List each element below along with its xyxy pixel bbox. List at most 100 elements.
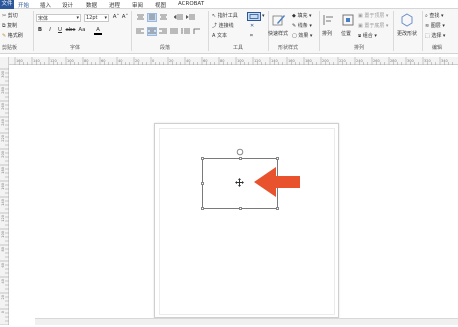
- tab-insert[interactable]: 插入: [40, 1, 51, 9]
- horizontal-scrollbar[interactable]: [35, 318, 458, 325]
- copy-button[interactable]: ⧉ 复制: [2, 22, 17, 29]
- ruler-label: 280: [1, 87, 5, 94]
- fill-button[interactable]: ◆ 填充 ▾: [292, 12, 312, 19]
- ruler-label: 40: [186, 59, 190, 63]
- layer-button[interactable]: ≋ 图层 ▾: [425, 22, 445, 29]
- bullets-icon[interactable]: [181, 28, 190, 35]
- italic-button[interactable]: I: [46, 27, 54, 35]
- ruler-label: 240: [356, 59, 363, 63]
- format-painter-button[interactable]: ✎ 格式刷: [2, 32, 23, 39]
- resize-handle[interactable]: [201, 182, 204, 185]
- ruler-label: 0: [1, 311, 5, 313]
- quick-styles-button[interactable]: 快速样式: [268, 30, 288, 37]
- chevron-down-icon: ▾: [104, 15, 107, 21]
- crop-icon[interactable]: ⌗: [250, 33, 253, 39]
- vertical-ruler: 300 280 260 240 220 200 180 160 140 120 100 80 60 40 2…: [0, 57, 9, 326]
- underline-button[interactable]: U: [56, 27, 64, 35]
- quick-styles-icon[interactable]: [272, 13, 286, 27]
- text-tool-button[interactable]: A 文本: [212, 32, 227, 39]
- ruler-label: 300: [407, 59, 414, 63]
- indent-decrease-icon[interactable]: [173, 14, 183, 21]
- ruler-label: 120: [254, 59, 261, 63]
- align-left-icon[interactable]: [136, 28, 145, 35]
- chevron-down-icon[interactable]: ▾: [262, 13, 265, 19]
- ruler-label: 180: [305, 59, 312, 63]
- position-button[interactable]: 位置: [341, 30, 351, 37]
- tab-review[interactable]: 审阅: [132, 1, 143, 9]
- copy-icon: ⧉: [2, 23, 6, 29]
- connector-tool-button[interactable]: ⤴ 连接线: [212, 22, 234, 29]
- ruler-label: 80: [1, 247, 5, 251]
- tab-data[interactable]: 数据: [86, 1, 97, 9]
- line-button[interactable]: ✎ 线条 ▾: [292, 22, 312, 29]
- group-divider: [319, 11, 320, 51]
- find-button[interactable]: ⌕ 查找 ▾: [425, 12, 444, 19]
- tab-process[interactable]: 进程: [109, 1, 120, 9]
- shrink-font-button[interactable]: A˅: [121, 14, 129, 22]
- group-button[interactable]: ⧈ 组合 ▾: [358, 32, 377, 39]
- align-center-icon[interactable]: [147, 27, 157, 36]
- brush-icon: ✎: [2, 33, 7, 39]
- align-button[interactable]: 排列: [322, 30, 332, 37]
- ruler-label: 260: [1, 103, 5, 110]
- grow-font-button[interactable]: A˄: [112, 14, 120, 22]
- bring-front-button[interactable]: ▣ 置于顶层 ▾: [358, 12, 388, 19]
- ruler-label: 200: [1, 151, 5, 158]
- group-icon: ⧈: [358, 33, 362, 39]
- font-color-button[interactable]: A: [94, 27, 102, 35]
- change-shape-icon[interactable]: [400, 13, 414, 27]
- ruler-label: 220: [339, 59, 346, 63]
- rotate-handle-icon[interactable]: [236, 148, 244, 156]
- align-bottom-icon[interactable]: [159, 14, 168, 21]
- group-label-paragraph: 段落: [160, 45, 171, 51]
- ruler-label: 120: [1, 215, 5, 222]
- effect-button[interactable]: ▢ 效果 ▾: [292, 32, 312, 39]
- group-label-editing: 编辑: [432, 45, 443, 51]
- ruler-label: 100: [237, 59, 244, 63]
- ruler-label: 160: [16, 59, 23, 63]
- align-middle-icon[interactable]: [147, 13, 157, 22]
- select-button[interactable]: ⬚ 选择 ▾: [425, 32, 445, 39]
- ruler-label: 240: [1, 119, 5, 126]
- change-case-button[interactable]: Aa: [78, 27, 86, 35]
- ruler-label: 340: [441, 59, 448, 63]
- tab-design[interactable]: 设计: [62, 1, 73, 9]
- pointer-tool-button[interactable]: ↖ 指针工具: [212, 12, 238, 19]
- text-direction-icon[interactable]: [193, 28, 202, 35]
- resize-handle[interactable]: [239, 157, 242, 160]
- cut-button[interactable]: ✂ 剪切: [2, 12, 18, 19]
- resize-handle[interactable]: [276, 207, 279, 210]
- send-back-button[interactable]: ▣ 置于底层 ▾: [358, 22, 388, 29]
- scissors-icon: ✂: [2, 13, 7, 19]
- ribbon-tab-bar: 文件 开始 插入 设计 数据 进程 审阅 视图 ACROBAT: [0, 0, 458, 10]
- horizontal-ruler: 160 140 120 100 80 60 40 20 0 20 40 60 80 100 120 140 16…: [9, 57, 458, 65]
- resize-handle[interactable]: [201, 207, 204, 210]
- bold-button[interactable]: B: [36, 27, 44, 35]
- align-icon[interactable]: [323, 14, 335, 26]
- close-icon[interactable]: ✕: [250, 23, 254, 29]
- group-label-clipboard: 剪贴板: [2, 45, 18, 51]
- tab-view[interactable]: 视图: [155, 1, 166, 9]
- strikethrough-button[interactable]: abc: [65, 27, 76, 35]
- group-divider: [131, 11, 132, 51]
- rectangle-tool-button[interactable]: [247, 12, 261, 21]
- ruler-label: 20: [169, 59, 173, 63]
- resize-handle[interactable]: [276, 157, 279, 160]
- tab-file[interactable]: 文件: [0, 0, 14, 9]
- font-name-select[interactable]: 宋体 ▾: [36, 14, 81, 22]
- resize-handle[interactable]: [239, 207, 242, 210]
- ruler-label: 100: [67, 59, 74, 63]
- font-size-select[interactable]: 12pt ▾: [84, 14, 109, 22]
- position-icon[interactable]: [342, 14, 354, 26]
- align-top-icon[interactable]: [136, 14, 145, 21]
- ruler-label: 140: [271, 59, 278, 63]
- indent-increase-icon[interactable]: [185, 14, 195, 21]
- tab-acrobat[interactable]: ACROBAT: [178, 1, 204, 7]
- change-shape-button[interactable]: 更改形状: [397, 30, 417, 37]
- select-icon: ⬚: [425, 33, 430, 39]
- group-label-shape-styles: 形状样式: [278, 45, 299, 51]
- align-right-icon[interactable]: [159, 28, 168, 35]
- resize-handle[interactable]: [201, 157, 204, 160]
- justify-icon[interactable]: [170, 28, 179, 35]
- send-back-icon: ▣: [358, 23, 363, 29]
